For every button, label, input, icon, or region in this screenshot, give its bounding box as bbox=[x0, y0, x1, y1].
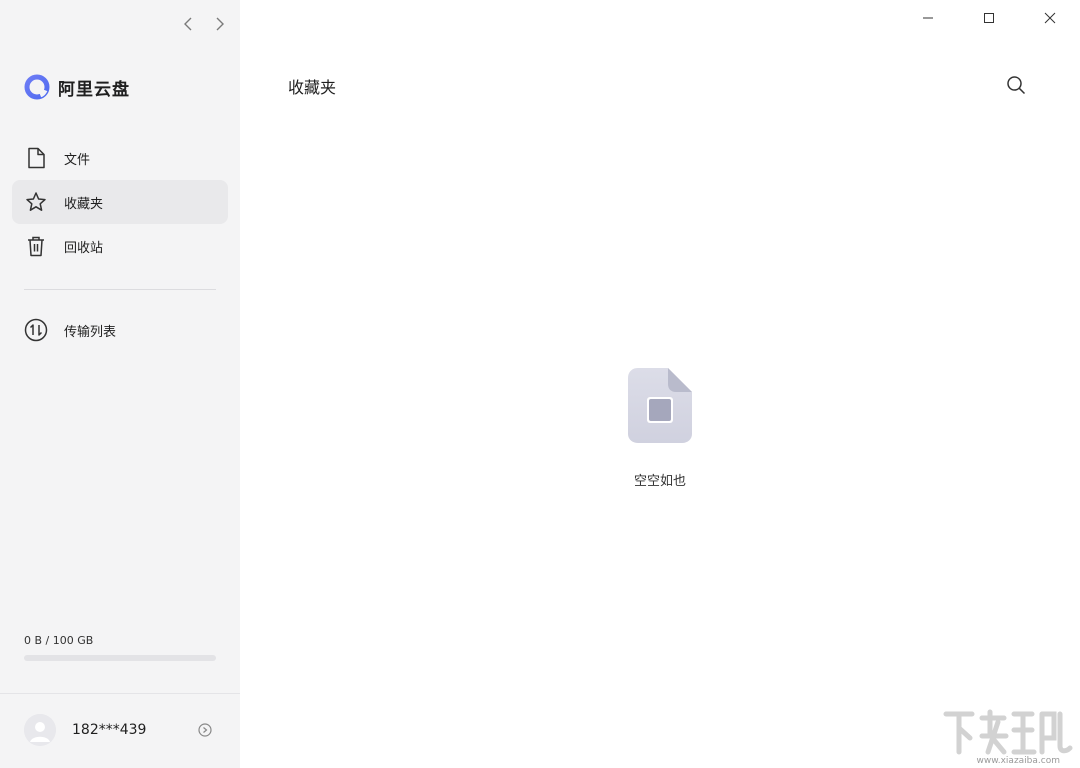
page-title: 收藏夹 bbox=[288, 78, 337, 97]
settings-button[interactable] bbox=[196, 721, 214, 739]
sidebar-item-label: 收藏夹 bbox=[64, 196, 104, 212]
sidebar-item-favorites[interactable]: 收藏夹 bbox=[12, 180, 228, 224]
history-navigation bbox=[178, 12, 230, 36]
watermark-logo: www.xiazaiba.com bbox=[942, 708, 1074, 766]
transfer-list-section: 传输列表 bbox=[12, 308, 228, 352]
minimize-icon bbox=[922, 17, 933, 19]
app-name: 阿里云盘 bbox=[58, 79, 130, 100]
sidebar-nav: 文件 收藏夹 回收站 bbox=[12, 136, 228, 268]
maximize-icon bbox=[983, 13, 994, 23]
close-icon bbox=[1044, 12, 1055, 24]
forward-button[interactable] bbox=[210, 12, 230, 36]
star-icon bbox=[24, 190, 48, 214]
search-button[interactable] bbox=[1005, 74, 1027, 96]
sidebar-item-trash[interactable]: 回收站 bbox=[12, 224, 228, 268]
close-button[interactable] bbox=[1019, 0, 1080, 36]
search-icon bbox=[1007, 76, 1026, 95]
avatar[interactable] bbox=[24, 714, 56, 746]
sidebar-divider bbox=[24, 289, 216, 290]
minimize-button[interactable] bbox=[897, 0, 958, 36]
sidebar-item-label: 回收站 bbox=[64, 240, 104, 256]
chevron-right-icon bbox=[216, 17, 224, 31]
sidebar-item-transfer-list[interactable]: 传输列表 bbox=[12, 308, 228, 352]
file-icon bbox=[24, 146, 48, 170]
empty-state: 空空如也 bbox=[600, 368, 720, 489]
storage-bar bbox=[24, 655, 216, 661]
trash-icon bbox=[24, 234, 48, 258]
storage-text: 0 B / 100 GB bbox=[24, 634, 94, 647]
app-logo: 阿里云盘 bbox=[24, 74, 130, 100]
user-profile[interactable]: 182***439 bbox=[24, 714, 216, 746]
settings-icon bbox=[198, 723, 212, 737]
sidebar-item-files[interactable]: 文件 bbox=[12, 136, 228, 180]
back-button[interactable] bbox=[178, 12, 198, 36]
sidebar-item-label: 传输列表 bbox=[64, 324, 117, 340]
maximize-button[interactable] bbox=[958, 0, 1019, 36]
sidebar-item-label: 文件 bbox=[64, 152, 91, 168]
window-controls bbox=[897, 0, 1080, 36]
xiazaiba-watermark-icon bbox=[943, 709, 1073, 755]
empty-state-text: 空空如也 bbox=[633, 474, 686, 489]
empty-file-icon bbox=[628, 368, 692, 443]
transfer-icon bbox=[24, 318, 48, 342]
chevron-left-icon bbox=[184, 17, 192, 31]
username: 182***439 bbox=[72, 722, 147, 738]
storage-usage[interactable]: 0 B / 100 GB bbox=[24, 634, 216, 661]
sidebar: 阿里云盘 文件 收藏夹 回收站 传输列表 0 B / 100 GB 182***… bbox=[0, 0, 240, 768]
watermark-url: www.xiazaiba.com bbox=[976, 756, 1060, 766]
user-divider bbox=[0, 693, 240, 694]
user-avatar-icon bbox=[24, 714, 56, 746]
aliyun-drive-logo-icon bbox=[24, 74, 50, 100]
